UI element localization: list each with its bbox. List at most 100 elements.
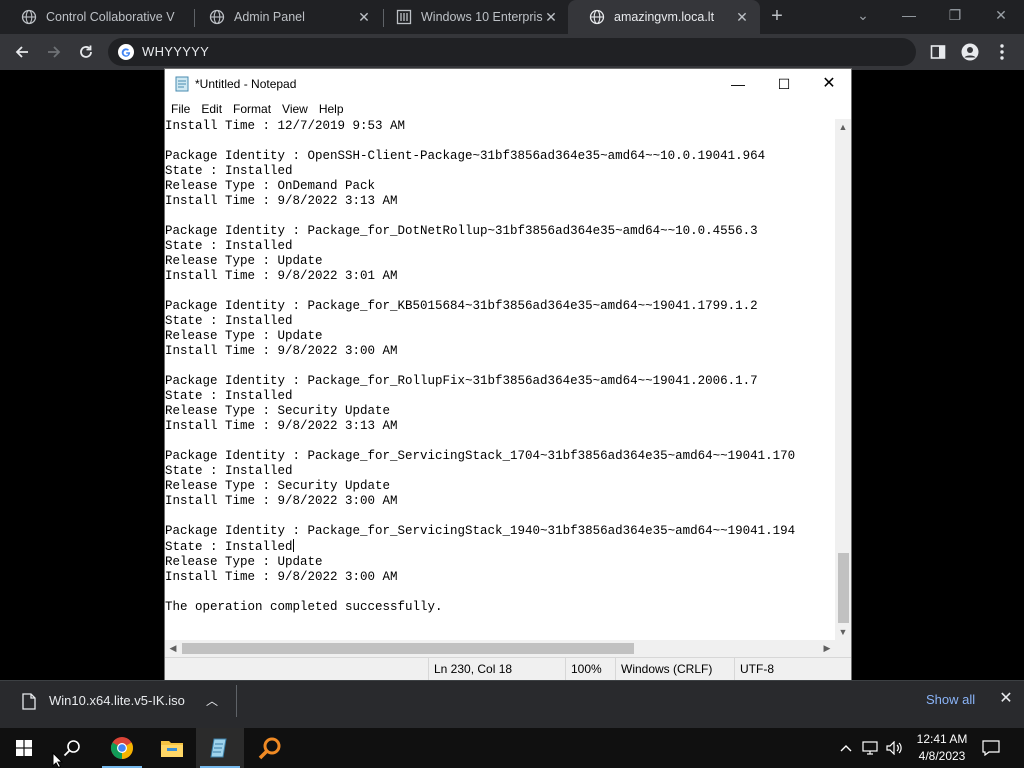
horizontal-scroll-thumb[interactable]: [182, 643, 634, 654]
text-line: State : Installed: [165, 464, 293, 478]
browser-toolbar: WHYYYYY: [0, 34, 1024, 70]
tray-overflow-chevron-icon[interactable]: [838, 728, 854, 768]
text-line: State : Installed: [165, 164, 293, 178]
menu-format[interactable]: Format: [227, 99, 276, 116]
notepad-text-area[interactable]: Install Time : 12/7/2019 9:53 AM Package…: [165, 119, 835, 640]
side-panel-icon[interactable]: [926, 40, 950, 64]
minimize-window-button[interactable]: —: [886, 0, 932, 34]
text-line: Package Identity : Package_for_DotNetRol…: [165, 224, 758, 238]
scroll-down-icon[interactable]: ▼: [835, 624, 851, 640]
taskbar-magnifier-app[interactable]: [246, 728, 294, 768]
network-icon[interactable]: [860, 728, 882, 768]
text-line: Install Time : 9/8/2022 3:13 AM: [165, 419, 398, 433]
browser-menu-icon[interactable]: [990, 40, 1014, 64]
text-line: Release Type : Security Update: [165, 479, 391, 493]
notepad-menu-bar: File Edit Format View Help: [165, 99, 851, 119]
text-line: Install Time : 9/8/2022 3:13 AM: [165, 194, 398, 208]
shelf-divider: [236, 685, 237, 717]
reload-icon: [80, 45, 92, 58]
show-all-button[interactable]: Show all: [926, 692, 975, 707]
file-icon: [22, 693, 36, 710]
notepad-close-button[interactable]: ✕: [806, 69, 852, 99]
globe-icon: [589, 9, 605, 25]
tab-admin-panel[interactable]: Admin Panel ✕: [188, 0, 382, 34]
tab-title: Control Collaborative V: [46, 10, 175, 24]
globe-icon: [21, 9, 37, 25]
clock-date: 4/8/2023: [918, 749, 966, 763]
profile-avatar-icon[interactable]: [958, 40, 982, 64]
forward-button[interactable]: [42, 40, 66, 64]
text-line: Install Time : 9/8/2022 3:00 AM: [165, 344, 398, 358]
reload-button[interactable]: [74, 40, 98, 64]
tab-title: amazingvm.loca.lt: [614, 10, 715, 24]
menu-view[interactable]: View: [276, 99, 313, 116]
vertical-scroll-thumb[interactable]: [838, 553, 849, 623]
scrollbar-corner: [835, 640, 851, 657]
text-line: Package Identity : OpenSSH-Client-Packag…: [165, 149, 766, 163]
mouse-cursor-icon: [52, 752, 64, 768]
url-text: WHYYYYY: [142, 44, 210, 59]
text-line: Release Type : Update: [165, 329, 323, 343]
text-caret: [292, 539, 294, 552]
restore-window-button[interactable]: ❐: [932, 0, 978, 34]
tab-control-collaborative[interactable]: Control Collaborative V: [0, 0, 192, 34]
close-tab-icon[interactable]: ✕: [356, 9, 372, 25]
status-zoom: 100%: [565, 658, 615, 681]
text-line: The operation completed successfully.: [165, 600, 443, 614]
notepad-window: *Untitled - Notepad — ☐ ✕ File Edit Format…: [164, 68, 852, 682]
scroll-right-icon[interactable]: ▶: [819, 640, 835, 657]
notepad-minimize-button[interactable]: —: [715, 69, 761, 99]
close-icon[interactable]: ✕: [996, 689, 1016, 709]
text-line: Install Time : 9/8/2022 3:01 AM: [165, 269, 398, 283]
notifications-icon[interactable]: [980, 728, 1002, 768]
taskbar-chrome[interactable]: [98, 728, 146, 768]
status-cursor-position: Ln 230, Col 18: [428, 658, 570, 681]
taskbar-notepad[interactable]: [196, 728, 244, 768]
text-line: State : Installed: [165, 389, 293, 403]
tab-title: Admin Panel: [234, 10, 305, 24]
address-bar[interactable]: WHYYYYY: [108, 38, 916, 66]
scroll-up-icon[interactable]: ▲: [835, 119, 851, 135]
text-line: State : Installed: [165, 239, 293, 253]
tab-windows-10-enterprise[interactable]: Windows 10 Enterprise ✕: [375, 0, 569, 34]
tab-title: Windows 10 Enterprise: [421, 10, 543, 24]
taskbar-file-explorer[interactable]: [148, 728, 196, 768]
close-tab-icon[interactable]: ✕: [734, 9, 750, 25]
new-tab-button[interactable]: +: [767, 6, 787, 27]
notepad-title: *Untitled - Notepad: [195, 77, 297, 91]
vertical-scrollbar[interactable]: ▲ ▼: [835, 119, 851, 640]
text-line: State : Installed: [165, 314, 293, 328]
google-icon: [118, 44, 134, 60]
tab-search-icon[interactable]: ⌄: [840, 0, 886, 34]
horizontal-scrollbar[interactable]: ◀ ▶: [165, 640, 835, 657]
menu-help[interactable]: Help: [313, 99, 349, 116]
text-line: Release Type : Security Update: [165, 404, 391, 418]
close-window-button[interactable]: ✕: [978, 0, 1024, 34]
menu-file[interactable]: File: [165, 99, 195, 116]
text-line: Install Time : 12/7/2019 9:53 AM: [165, 119, 406, 133]
status-line-ending: Windows (CRLF): [615, 658, 735, 681]
text-line: State : Installed: [165, 539, 294, 554]
download-file-name[interactable]: Win10.x64.lite.v5-IK.iso: [49, 693, 185, 708]
scroll-left-icon[interactable]: ◀: [165, 640, 181, 657]
windows-tab-icon: [396, 9, 412, 25]
start-button[interactable]: [0, 728, 48, 768]
notepad-lines: Install Time : 12/7/2019 9:53 AM Package…: [165, 119, 795, 615]
text-line: Package Identity : Package_for_Servicing…: [165, 524, 796, 538]
text-line: Release Type : OnDemand Pack: [165, 179, 376, 193]
text-line: Install Time : 9/8/2022 3:00 AM: [165, 570, 398, 584]
volume-icon[interactable]: [884, 728, 906, 768]
close-tab-icon[interactable]: ✕: [543, 9, 559, 25]
notepad-icon: [210, 738, 227, 758]
menu-edit[interactable]: Edit: [195, 99, 227, 116]
notepad-maximize-button[interactable]: ☐: [761, 69, 807, 99]
text-line: Install Time : 9/8/2022 3:00 AM: [165, 494, 398, 508]
chevron-up-icon[interactable]: ︿: [204, 691, 220, 711]
back-button[interactable]: [10, 40, 34, 64]
notepad-title-bar[interactable]: *Untitled - Notepad — ☐ ✕: [165, 69, 851, 99]
tab-amazingvm[interactable]: amazingvm.loca.lt ✕: [568, 0, 760, 34]
taskbar-clock[interactable]: 12:41 AM 4/8/2023: [910, 731, 974, 765]
